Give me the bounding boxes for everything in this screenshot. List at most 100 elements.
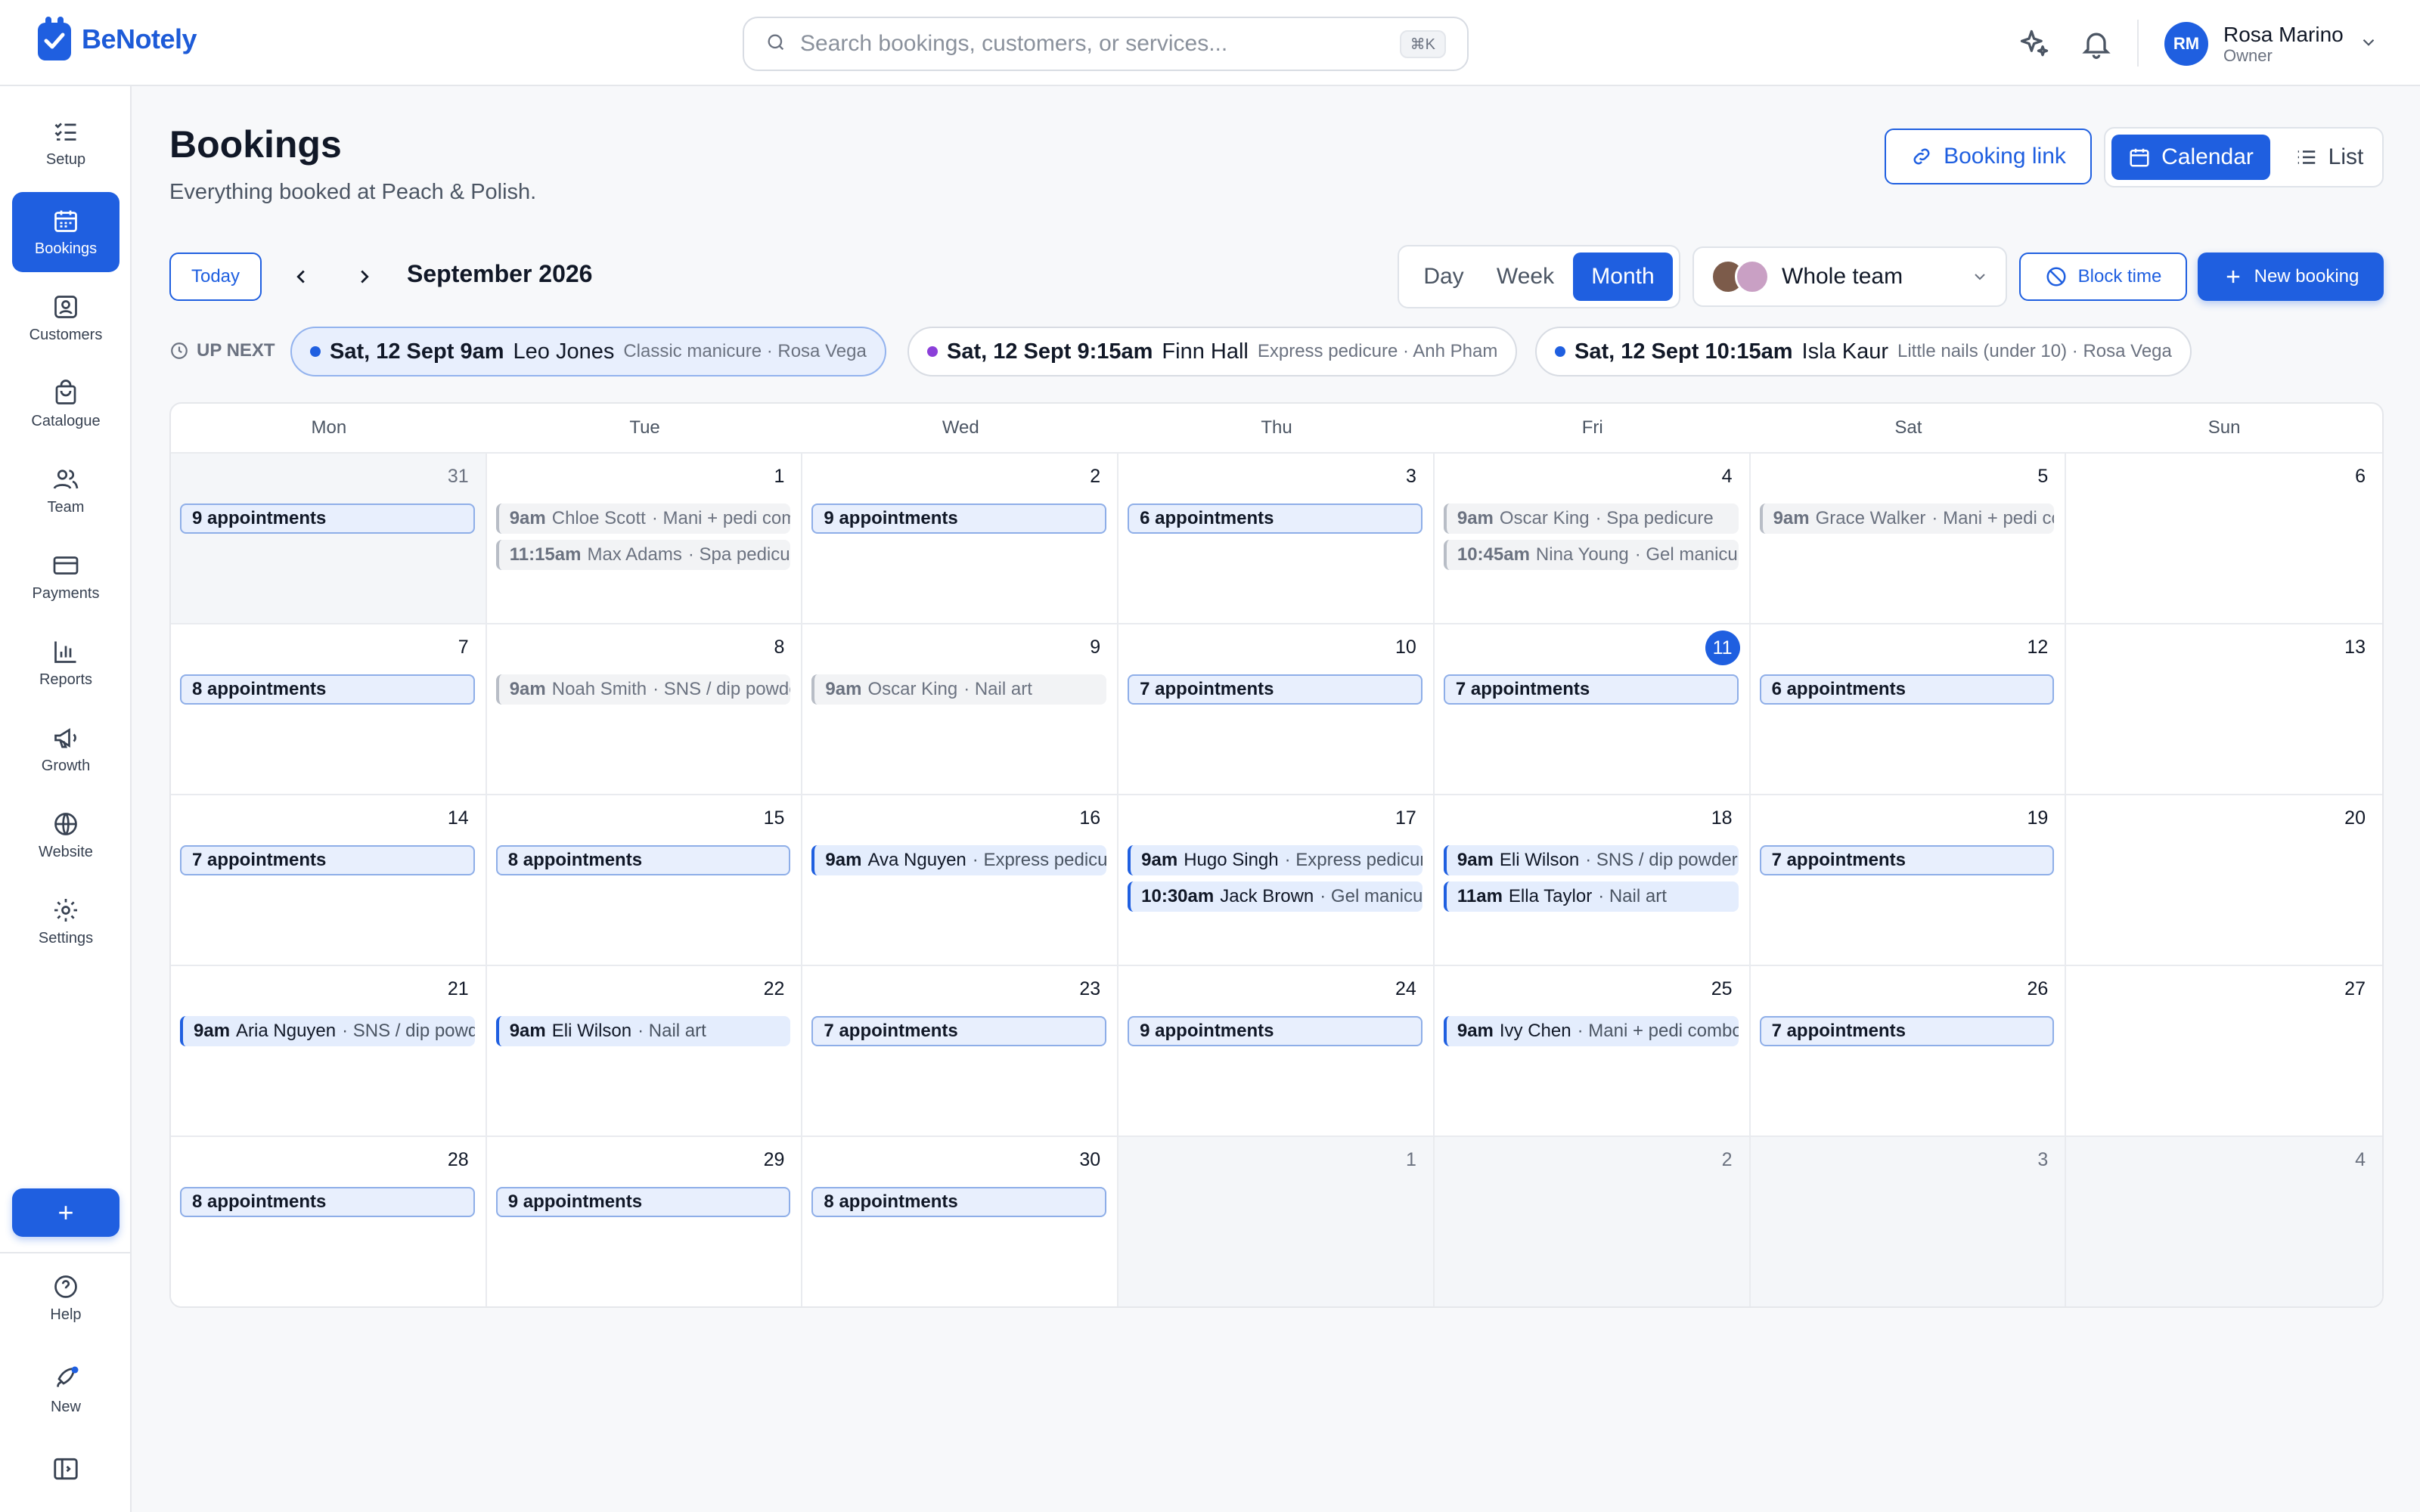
booking-chip[interactable]: 9am Eli Wilson · Nail art — [495, 1016, 791, 1046]
booking-chip[interactable]: 9amChloe Scott· Mani + pedi combo — [495, 503, 791, 534]
sidebar-item-catalogue[interactable]: Catalogue — [12, 364, 119, 445]
day-cell[interactable]: 30 8 appointments — [802, 1137, 1119, 1306]
appointments-summary[interactable]: 7 appointments — [180, 845, 475, 875]
appointments-summary[interactable]: 7 appointments — [1443, 674, 1739, 705]
appointments-summary[interactable]: 7 appointments — [1759, 845, 2055, 875]
block-time-button[interactable]: Block time — [2019, 253, 2187, 301]
sidebar-item-settings[interactable]: Settings — [12, 881, 119, 962]
ai-sparkle-icon[interactable] — [2018, 27, 2051, 60]
sidebar-item-reports[interactable]: Reports — [12, 623, 119, 703]
day-cell[interactable]: 24 9 appointments — [1118, 966, 1435, 1137]
booking-chip[interactable]: 10:30amJack Brown · Gel manicure — [1128, 881, 1423, 912]
day-cell[interactable]: 10 7 appointments — [1118, 624, 1435, 795]
collapse-sidebar-icon[interactable] — [51, 1455, 80, 1483]
new-booking-button[interactable]: New booking — [2198, 253, 2384, 301]
day-cell[interactable]: 27 — [2066, 966, 2382, 1137]
day-cell[interactable]: 3 — [1750, 1137, 2067, 1306]
booking-chip[interactable]: 9am Eli Wilson · SNS / dip powder — [1443, 845, 1739, 875]
booking-chip[interactable]: 9am Noah Smith · SNS / dip powder — [495, 674, 791, 705]
booking-chip[interactable]: 11am Ella Taylor · Nail art — [1443, 881, 1739, 912]
day-cell[interactable]: 14 7 appointments — [171, 795, 487, 966]
range-day-button[interactable]: Day — [1410, 253, 1478, 301]
day-cell[interactable]: 5 9amGrace Walker· Mani + pedi combo — [1750, 454, 2067, 624]
up-next-booking[interactable]: Sat, 12 Sept 9am Leo Jones Classic manic… — [290, 327, 886, 376]
list-view-button[interactable]: List — [2284, 135, 2375, 180]
day-cell[interactable]: 2 9 appointments — [802, 454, 1119, 624]
appointments-summary[interactable]: 9 appointments — [811, 503, 1107, 534]
booking-chip[interactable]: 9amGrace Walker· Mani + pedi combo — [1759, 503, 2055, 534]
day-cell[interactable]: 13 — [2066, 624, 2382, 795]
sidebar-item-growth[interactable]: Growth — [12, 709, 119, 789]
sidebar-item-help[interactable]: Help — [12, 1258, 119, 1338]
appointments-summary[interactable]: 8 appointments — [495, 845, 791, 875]
up-next-booking[interactable]: Sat, 12 Sept 9:15am Finn Hall Express pe… — [908, 327, 1518, 376]
next-month-button[interactable] — [348, 260, 381, 293]
appointments-summary[interactable]: 6 appointments — [1759, 674, 2055, 705]
sidebar-item-team[interactable]: Team — [12, 451, 119, 531]
booking-chip[interactable]: 9am Oscar King · Spa pedicure — [1443, 503, 1739, 534]
search-bar[interactable]: ⌘K — [743, 17, 1469, 71]
booking-link-button[interactable]: Booking link — [1885, 129, 2092, 184]
day-cell[interactable]: 20 — [2066, 795, 2382, 966]
day-cell[interactable]: 25 9am Ivy Chen · Mani + pedi combo — [1434, 966, 1751, 1137]
appointments-summary[interactable]: 7 appointments — [1128, 674, 1423, 705]
appointments-summary[interactable]: 9 appointments — [1128, 1016, 1423, 1046]
sidebar-item-website[interactable]: Website — [12, 795, 119, 875]
quick-add-button[interactable]: + — [12, 1188, 119, 1237]
appointments-summary[interactable]: 8 appointments — [811, 1187, 1107, 1217]
day-cell[interactable]: 17 9am Hugo Singh · Express pedicure 10:30am… — [1118, 795, 1435, 966]
range-month-button[interactable]: Month — [1573, 253, 1673, 301]
booking-chip[interactable]: 9amAva Nguyen · Express pedicure — [811, 845, 1107, 875]
day-cell[interactable]: 3 6 appointments — [1118, 454, 1435, 624]
calendar-view-button[interactable]: Calendar — [2111, 135, 2270, 180]
day-cell[interactable]: 2 — [1434, 1137, 1751, 1306]
notifications-bell-icon[interactable] — [2080, 27, 2113, 60]
appointments-summary[interactable]: 7 appointments — [1759, 1016, 2055, 1046]
sidebar-item-setup[interactable]: Setup — [12, 103, 119, 183]
user-menu[interactable]: RM Rosa Marino Owner — [2164, 20, 2378, 68]
previous-month-button[interactable] — [284, 260, 318, 293]
day-cell[interactable]: 6 — [2066, 454, 2382, 624]
day-cell[interactable]: 7 8 appointments — [171, 624, 487, 795]
booking-chip[interactable]: 9am Ivy Chen · Mani + pedi combo — [1443, 1016, 1739, 1046]
sidebar-item-new[interactable]: New — [12, 1350, 119, 1430]
day-cell[interactable]: 15 8 appointments — [486, 795, 803, 966]
app-logo[interactable]: BeNotely — [36, 15, 197, 64]
day-cell[interactable]: 16 9amAva Nguyen · Express pedicure — [802, 795, 1119, 966]
booking-chip[interactable]: 11:15amMax Adams· Spa pedicure — [495, 540, 791, 570]
appointments-summary[interactable]: 9 appointments — [180, 503, 475, 534]
day-cell[interactable]: 4 9am Oscar King · Spa pedicure 10:45am Nina … — [1434, 454, 1751, 624]
sidebar-item-payments[interactable]: Payments — [12, 537, 119, 617]
day-cell[interactable]: 28 8 appointments — [171, 1137, 487, 1306]
sidebar-item-customers[interactable]: Customers — [12, 278, 119, 358]
day-cell[interactable]: 8 9am Noah Smith · SNS / dip powder — [486, 624, 803, 795]
booking-chip[interactable]: 10:45amNina Young· Gel manicure — [1443, 540, 1739, 570]
day-cell[interactable]: 11 7 appointments — [1434, 624, 1751, 795]
day-cell[interactable]: 19 7 appointments — [1750, 795, 2067, 966]
day-cell[interactable]: 12 6 appointments — [1750, 624, 2067, 795]
appointments-summary[interactable]: 8 appointments — [180, 674, 475, 705]
day-cell[interactable]: 9 9am Oscar King · Nail art — [802, 624, 1119, 795]
appointments-summary[interactable]: 6 appointments — [1128, 503, 1423, 534]
booking-chip[interactable]: 9am Oscar King · Nail art — [811, 674, 1107, 705]
today-button[interactable]: Today — [169, 253, 262, 301]
day-cell[interactable]: 21 9amAria Nguyen· SNS / dip powder — [171, 966, 487, 1137]
day-cell[interactable]: 23 7 appointments — [802, 966, 1119, 1137]
booking-chip[interactable]: 9amAria Nguyen· SNS / dip powder — [180, 1016, 475, 1046]
range-week-button[interactable]: Week — [1488, 253, 1562, 301]
appointments-summary[interactable]: 8 appointments — [180, 1187, 475, 1217]
day-cell[interactable]: 1 9amChloe Scott· Mani + pedi combo 11:15a… — [486, 454, 803, 624]
day-cell[interactable]: 29 9 appointments — [486, 1137, 803, 1306]
up-next-booking[interactable]: Sat, 12 Sept 10:15am Isla Kaur Little na… — [1535, 327, 2192, 376]
day-cell[interactable]: 1 — [1118, 1137, 1435, 1306]
appointments-summary[interactable]: 9 appointments — [495, 1187, 791, 1217]
appointments-summary[interactable]: 7 appointments — [811, 1016, 1107, 1046]
day-cell[interactable]: 18 9am Eli Wilson · SNS / dip powder 11am Ell… — [1434, 795, 1751, 966]
team-filter-select[interactable]: Whole team — [1692, 246, 2007, 307]
day-cell[interactable]: 26 7 appointments — [1750, 966, 2067, 1137]
day-cell[interactable]: 31 9 appointments — [171, 454, 487, 624]
booking-chip[interactable]: 9am Hugo Singh · Express pedicure — [1128, 845, 1423, 875]
search-input[interactable] — [800, 31, 1400, 57]
day-cell[interactable]: 4 — [2066, 1137, 2382, 1306]
sidebar-item-bookings[interactable]: Bookings — [12, 192, 119, 272]
